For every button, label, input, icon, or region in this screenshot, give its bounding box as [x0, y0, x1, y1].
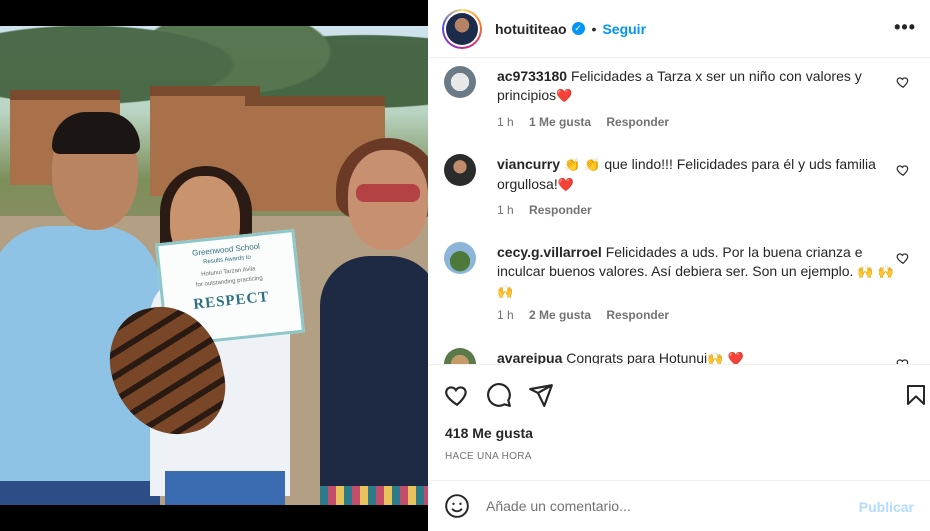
- follow-button[interactable]: Seguir: [602, 21, 646, 37]
- author-username[interactable]: hotuititeao: [495, 21, 567, 37]
- avatar-image: [446, 12, 478, 45]
- reply-button[interactable]: Responder: [529, 203, 592, 217]
- comment-body: cecy.g.villarroel Felicidades a uds. Por…: [497, 243, 897, 302]
- verified-badge-icon: ✓: [571, 22, 585, 35]
- comment-clap-emoji: 👏 👏: [563, 158, 601, 173]
- reply-button[interactable]: Responder: [606, 115, 669, 129]
- comment-item: cecy.g.villarroel Felicidades a uds. Por…: [444, 235, 924, 341]
- share-icon[interactable]: [528, 382, 554, 408]
- comment-time[interactable]: 1 h: [497, 115, 514, 129]
- comments-list[interactable]: ac9733180 Felicidades a Tarza x ser un n…: [428, 59, 930, 364]
- commenter-avatar[interactable]: [444, 66, 476, 98]
- separator-dot: •: [591, 20, 597, 37]
- reply-button[interactable]: Responder: [606, 308, 669, 322]
- comment-meta: 1 h 2 Me gusta Responder: [497, 308, 681, 322]
- commenter-username[interactable]: viancurry: [497, 156, 560, 172]
- publish-button[interactable]: Publicar: [859, 499, 914, 515]
- comment-likes[interactable]: 1 Me gusta: [529, 115, 591, 129]
- post-photo-panel: Greenwood School Results Awards to Hotun…: [0, 0, 428, 531]
- photo-girl-jeans: [165, 471, 285, 505]
- author-avatar[interactable]: [442, 8, 482, 49]
- comment-emoji: 🙌 ❤️: [707, 352, 744, 364]
- commenter-username[interactable]: avareipua: [497, 350, 562, 364]
- photo-woman: [320, 256, 428, 505]
- commenter-avatar[interactable]: [444, 242, 476, 274]
- post-timestamp[interactable]: HACE UNA HORA: [445, 451, 532, 462]
- comment-time[interactable]: 1 h: [497, 203, 514, 217]
- comment-body: viancurry 👏 👏 que lindo!!! Felicidades p…: [497, 155, 897, 195]
- photo-woman-skirt: [320, 486, 428, 505]
- post-actions: 418 Me gusta HACE UNA HORA: [428, 364, 930, 480]
- add-comment-bar: Publicar: [428, 480, 930, 531]
- likes-count[interactable]: 418 Me gusta: [445, 425, 533, 441]
- comment-like-heart-icon[interactable]: [896, 251, 910, 265]
- commenter-username[interactable]: cecy.g.villarroel: [497, 244, 602, 260]
- heart-icon[interactable]: [444, 382, 470, 408]
- post-photo[interactable]: Greenwood School Results Awards to Hotun…: [0, 26, 428, 505]
- comment-item: avareipua Congrats para Hotunui🙌 ❤️: [444, 341, 924, 364]
- comment-icon[interactable]: [486, 382, 512, 408]
- comment-meta: 1 h 1 Me gusta Responder: [497, 115, 681, 129]
- comment-time[interactable]: 1 h: [497, 308, 514, 322]
- comment-likes[interactable]: 2 Me gusta: [529, 308, 591, 322]
- comment-like-heart-icon[interactable]: [896, 75, 910, 89]
- comment-text: Congrats para Hotunui: [566, 350, 708, 364]
- comment-item: ac9733180 Felicidades a Tarza x ser un n…: [444, 59, 924, 145]
- photo-man-hair: [52, 112, 140, 154]
- post-side-panel: hotuititeao ✓ • Seguir ••• ac9733180 Fel…: [428, 0, 930, 531]
- comment-input[interactable]: [486, 498, 846, 514]
- emoji-icon[interactable]: [444, 493, 470, 519]
- comment-emoji: ❤️: [557, 178, 574, 193]
- photo-sunglasses: [356, 184, 420, 202]
- commenter-avatar[interactable]: [444, 154, 476, 186]
- bookmark-icon[interactable]: [904, 382, 928, 408]
- comment-like-heart-icon[interactable]: [896, 163, 910, 177]
- commenter-avatar[interactable]: [444, 348, 476, 364]
- photo-man-jeans: [0, 481, 160, 505]
- more-options-icon[interactable]: •••: [894, 17, 916, 38]
- comment-like-heart-icon[interactable]: [896, 357, 910, 364]
- post-header: hotuititeao ✓ • Seguir •••: [428, 0, 930, 58]
- comment-meta: 1 h Responder: [497, 203, 604, 217]
- comment-body: ac9733180 Felicidades a Tarza x ser un n…: [497, 67, 897, 106]
- comment-emoji: ❤️: [556, 89, 573, 104]
- commenter-username[interactable]: ac9733180: [497, 68, 567, 84]
- comment-body: avareipua Congrats para Hotunui🙌 ❤️: [497, 349, 897, 364]
- comment-item: viancurry 👏 👏 que lindo!!! Felicidades p…: [444, 147, 924, 233]
